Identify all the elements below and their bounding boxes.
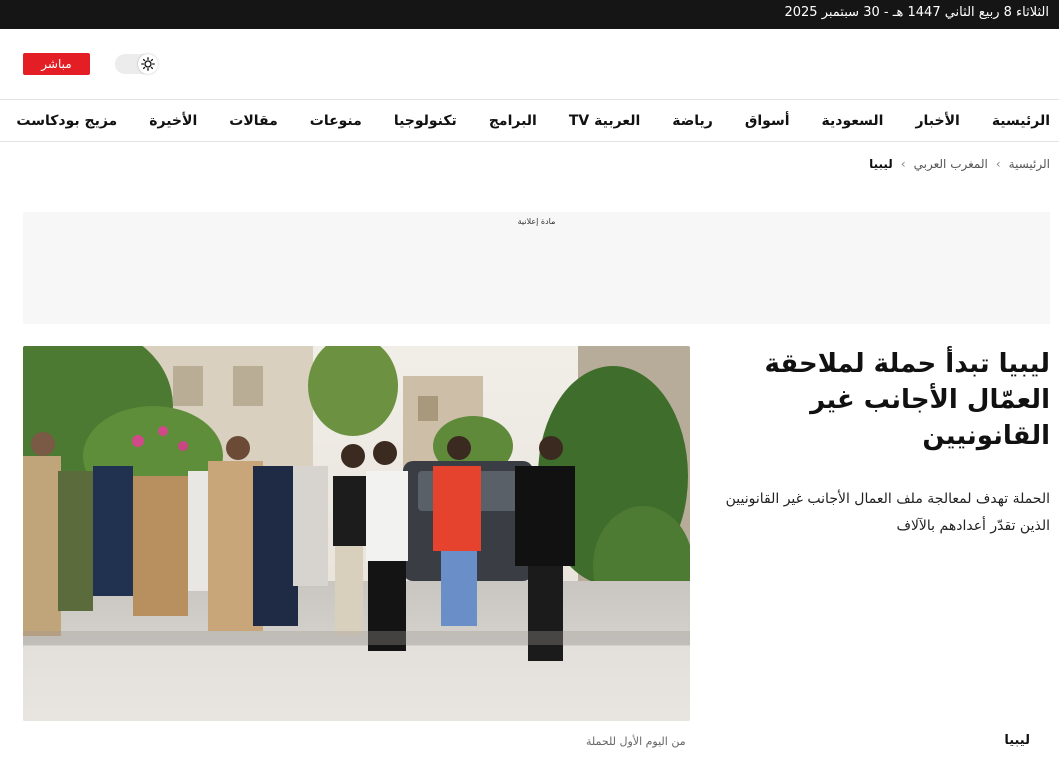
top-bar: الثلاثاء 8 ربيع الثاني 1447 هـ - 30 سبتم…	[0, 0, 1059, 29]
nav-item-podcast[interactable]: مزيج بودكاست	[16, 101, 117, 141]
site-header: مباشر	[0, 29, 1059, 100]
nav-item-articles[interactable]: مقالات	[229, 101, 278, 141]
breadcrumb-current[interactable]: ليبيا	[869, 157, 893, 171]
main-nav: الرئيسية الأخبار السعودية أسواق رياضة ال…	[0, 101, 1059, 142]
article-title: ليبيا تبدأ حملة لملاحقة العمّال الأجانب …	[764, 349, 1050, 451]
nav-item-variety[interactable]: منوعات	[310, 101, 362, 141]
article-summary: الحملة تهدف لمعالجة ملف العمال الأجانب غ…	[725, 491, 1050, 534]
nav-item-technology[interactable]: تكنولوجيا	[394, 101, 457, 141]
nav-item-latest[interactable]: الأخيرة	[149, 101, 197, 141]
live-button[interactable]: مباشر	[23, 53, 90, 75]
ad-slot[interactable]: مادة إعلانية	[23, 212, 1050, 324]
breadcrumb-section[interactable]: المغرب العربي	[914, 157, 988, 171]
ad-label: مادة إعلانية	[517, 217, 556, 226]
article-tag[interactable]: ليبيا	[1004, 733, 1030, 748]
date-text: الثلاثاء 8 ربيع الثاني 1447 هـ - 30 سبتم…	[784, 5, 1049, 20]
nav-item-alarabiya-tv[interactable]: العربية TV	[569, 101, 640, 141]
nav-item-markets[interactable]: أسواق	[745, 101, 790, 141]
chevron-left-icon: ›	[995, 157, 1001, 171]
nav-item-sports[interactable]: رياضة	[672, 101, 713, 141]
article-hero-image[interactable]	[23, 346, 690, 721]
breadcrumb: الرئيسية › المغرب العربي › ليبيا	[869, 157, 1050, 171]
nav-item-news[interactable]: الأخبار	[915, 101, 959, 141]
nav-item-programs[interactable]: البرامج	[489, 101, 537, 141]
nav-item-home[interactable]: الرئيسية	[992, 101, 1050, 141]
nav-item-saudi[interactable]: السعودية	[822, 101, 884, 141]
sun-icon	[138, 54, 158, 74]
breadcrumb-home[interactable]: الرئيسية	[1009, 157, 1050, 171]
theme-toggle[interactable]	[115, 54, 158, 74]
image-caption: من اليوم الأول للحملة	[586, 735, 686, 748]
chevron-left-icon: ›	[900, 157, 906, 171]
